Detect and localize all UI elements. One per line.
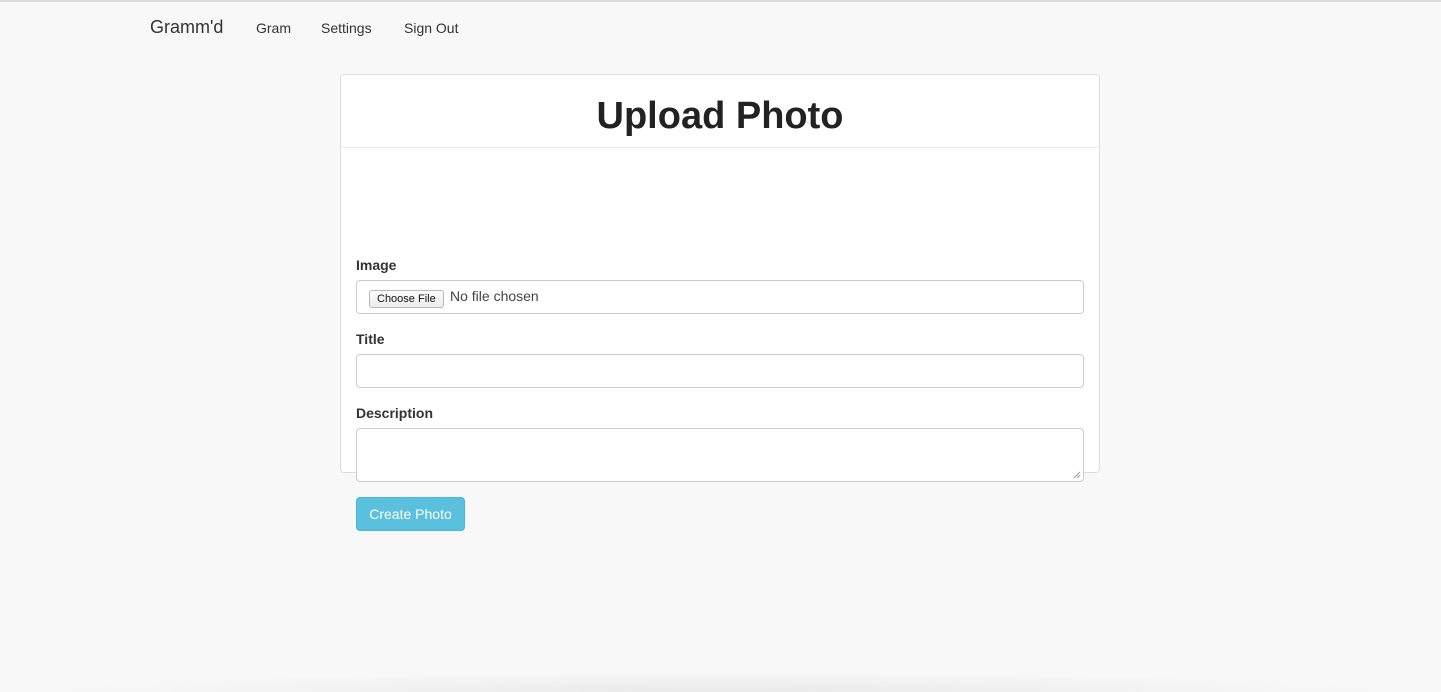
description-label: Description — [356, 405, 434, 421]
file-status-text: No file chosen — [450, 288, 539, 304]
choose-file-button[interactable]: Choose File — [369, 290, 444, 308]
upload-photo-card: Upload Photo Image Choose File No file c… — [340, 74, 1100, 531]
nav-link-settings[interactable]: Settings — [321, 20, 372, 36]
page-title: Upload Photo — [596, 95, 844, 137]
navbar: Gramm'd Gram Settings Sign Out — [0, 2, 1441, 52]
nav-link-gram[interactable]: Gram — [256, 20, 291, 36]
create-photo-button[interactable]: Create Photo — [356, 497, 465, 531]
nav-link-sign-out[interactable]: Sign Out — [404, 20, 458, 36]
brand-link[interactable]: Gramm'd — [150, 17, 223, 38]
card-header: Upload Photo — [341, 75, 1099, 148]
title-label: Title — [356, 331, 385, 347]
resize-handle-icon[interactable] — [1073, 471, 1081, 479]
title-input[interactable] — [356, 354, 1084, 388]
description-textarea[interactable] — [356, 428, 1084, 482]
bottom-shadow — [40, 672, 1401, 692]
image-file-input[interactable]: Choose File No file chosen — [356, 280, 1084, 314]
image-label: Image — [356, 257, 397, 273]
